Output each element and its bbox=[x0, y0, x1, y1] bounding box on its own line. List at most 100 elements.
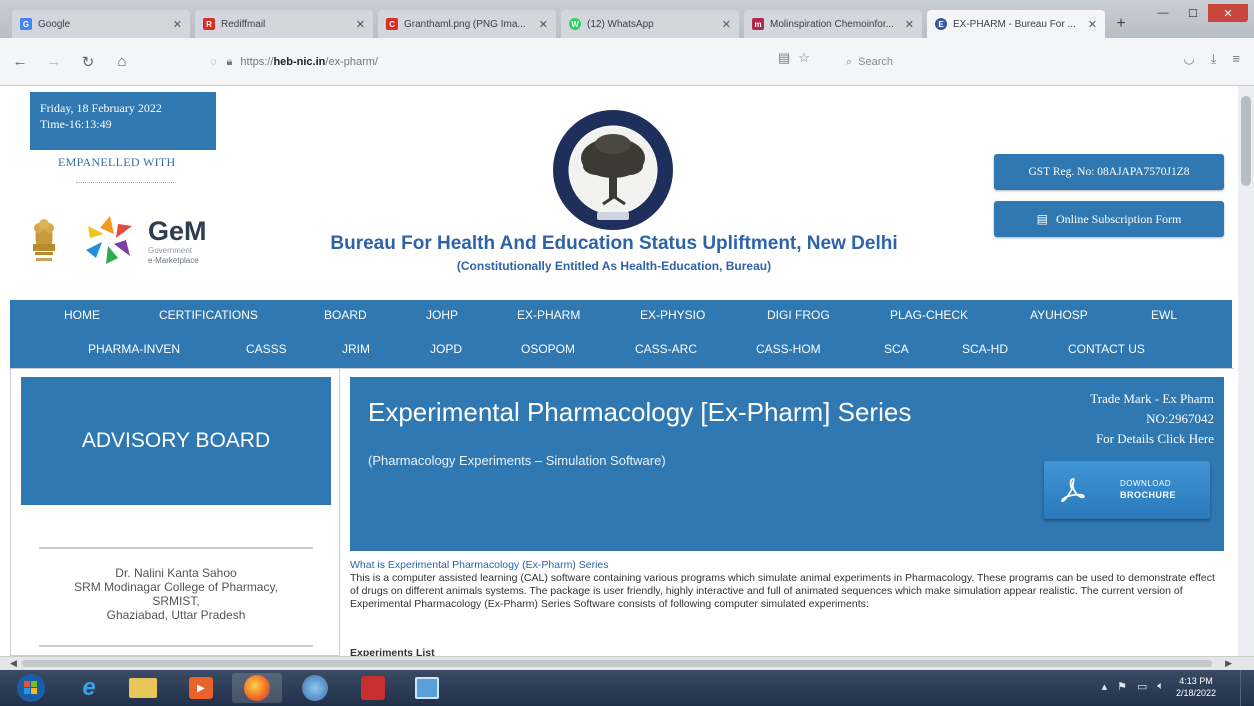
menu-row: HOME CERTIFICATIONS BOARD JOHP EX-PHARM … bbox=[10, 300, 1232, 334]
media-player-icon: ▶ bbox=[189, 677, 213, 699]
download-icon[interactable]: ⤓ bbox=[1211, 51, 1217, 67]
tab-whatsapp[interactable]: W (12) WhatsApp ✕ bbox=[561, 10, 739, 38]
experiments-list-heading: Experiments List bbox=[350, 647, 435, 656]
page-actions: ▤ ☆ bbox=[778, 50, 810, 66]
menu-item-jrim[interactable]: JRIM bbox=[342, 342, 370, 356]
vertical-scrollbar[interactable] bbox=[1238, 86, 1254, 656]
forward-arrow-icon[interactable]: → bbox=[40, 48, 68, 76]
scroll-thumb[interactable] bbox=[22, 660, 1212, 667]
close-window-button[interactable]: ✕ bbox=[1208, 4, 1248, 22]
divider bbox=[39, 547, 313, 549]
menu-item-plag-check[interactable]: PLAG-CHECK bbox=[890, 308, 968, 322]
taskbar-settings-app[interactable] bbox=[290, 673, 340, 703]
taskbar-file-explorer[interactable] bbox=[118, 673, 168, 703]
menu-row: PHARMA-INVEN CASSS JRIM JOPD OSOPOM CASS… bbox=[10, 334, 1232, 368]
home-icon[interactable]: ⌂ bbox=[108, 48, 136, 76]
menu-item-cass-hom[interactable]: CASS-HOM bbox=[756, 342, 821, 356]
search-box[interactable]: ⌕ Search bbox=[832, 48, 1122, 76]
menu-item-ex-physio[interactable]: EX-PHYSIO bbox=[640, 308, 705, 322]
close-tab-icon[interactable]: ✕ bbox=[173, 18, 182, 31]
globe-icon: E bbox=[935, 18, 947, 30]
search-placeholder: Search bbox=[858, 56, 894, 68]
menu-item-jopd[interactable]: JOPD bbox=[430, 342, 462, 356]
trademark-label: Trade Mark - Ex Pharm bbox=[1090, 391, 1214, 406]
url-domain: heb-nic.in bbox=[273, 56, 326, 68]
taskbar-clock[interactable]: 4:13 PM 2/18/2022 bbox=[1176, 675, 1216, 699]
minimize-button[interactable]: — bbox=[1148, 4, 1178, 22]
menu-item-digi-frog[interactable]: DIGI FROG bbox=[767, 308, 830, 322]
tab-ex-pharm[interactable]: E EX-PHARM - Bureau For ... ✕ bbox=[927, 10, 1105, 38]
network-icon[interactable]: ▭ bbox=[1137, 680, 1147, 693]
taskbar-internet-explorer[interactable]: e bbox=[64, 673, 114, 703]
scroll-thumb[interactable] bbox=[1241, 96, 1251, 186]
menu-item-cass-arc[interactable]: CASS-ARC bbox=[635, 342, 697, 356]
member-institution: SRMIST, bbox=[152, 594, 200, 609]
description-paragraph: This is a computer assisted learning (CA… bbox=[350, 572, 1215, 610]
action-center-flag-icon[interactable]: ⚑ bbox=[1117, 680, 1127, 693]
url-bar[interactable]: ◌ 🔒︎ https://heb-nic.in/ex-pharm/ bbox=[210, 48, 770, 76]
subscription-label: Online Subscription Form bbox=[1056, 211, 1182, 226]
system-tray: ▴ ⚑ ▭ 🔈︎ bbox=[1102, 680, 1164, 693]
menu-item-pharma-inven[interactable]: PHARMA-INVEN bbox=[88, 342, 180, 356]
reload-icon[interactable]: ↻ bbox=[74, 48, 102, 76]
molinspiration-icon: m bbox=[752, 18, 764, 30]
download-label: DOWNLOAD bbox=[1120, 479, 1172, 488]
close-tab-icon[interactable]: ✕ bbox=[539, 18, 548, 31]
menu-item-osopom[interactable]: OSOPOM bbox=[521, 342, 575, 356]
internet-explorer-icon: e bbox=[82, 674, 96, 701]
start-button[interactable] bbox=[8, 673, 54, 703]
taskbar-media-player[interactable]: ▶ bbox=[176, 673, 226, 703]
close-tab-icon[interactable]: ✕ bbox=[905, 18, 914, 31]
menu-item-board[interactable]: BOARD bbox=[324, 308, 367, 322]
close-tab-icon[interactable]: ✕ bbox=[722, 18, 731, 31]
volume-icon[interactable]: 🔈︎ bbox=[1157, 680, 1164, 693]
menu-item-sca-hd[interactable]: SCA-HD bbox=[962, 342, 1008, 356]
scroll-right-icon[interactable]: ▶ bbox=[1225, 658, 1232, 669]
taskbar-window-app[interactable] bbox=[402, 673, 452, 703]
tab-grantham[interactable]: C Granthaml.png (PNG Ima... ✕ bbox=[378, 10, 556, 38]
screen: G Google ✕ R Rediffmail ✕ C Granthaml.pn… bbox=[0, 0, 1254, 706]
taskbar-acrobat[interactable] bbox=[348, 673, 398, 703]
details-link[interactable]: For Details Click Here bbox=[1096, 431, 1214, 447]
menu-item-ex-pharm[interactable]: EX-PHARM bbox=[517, 308, 580, 322]
tab-molinspiration[interactable]: m Molinspiration Chemoinfor... ✕ bbox=[744, 10, 922, 38]
pocket-icon[interactable]: ◡ bbox=[1183, 51, 1194, 67]
maximize-button[interactable]: ☐ bbox=[1178, 4, 1208, 22]
menu-icon[interactable]: ≡ bbox=[1232, 51, 1240, 67]
menu-item-home[interactable]: HOME bbox=[64, 308, 100, 322]
show-desktop-button[interactable] bbox=[1240, 670, 1254, 706]
product-banner: Experimental Pharmacology [Ex-Pharm] Ser… bbox=[350, 377, 1224, 551]
menu-item-contact-us[interactable]: CONTACT US bbox=[1068, 342, 1145, 356]
online-subscription-button[interactable]: ▤ Online Subscription Form bbox=[994, 201, 1224, 237]
tab-rediffmail[interactable]: R Rediffmail ✕ bbox=[195, 10, 373, 38]
current-date: Friday, 18 February 2022 bbox=[40, 101, 162, 115]
divider bbox=[39, 645, 313, 647]
menu-item-johp[interactable]: JOHP bbox=[426, 308, 458, 322]
windows-taskbar: e ▶ ▴ ⚑ ▭ 🔈︎ 4:13 PM 2/18/2022 bbox=[0, 670, 1254, 706]
clock-time: 4:13 PM bbox=[1179, 676, 1213, 686]
section-question: What is Experimental Pharmacology (Ex-Ph… bbox=[350, 559, 609, 571]
back-arrow-icon[interactable]: ← bbox=[6, 48, 34, 76]
menu-item-certifications[interactable]: CERTIFICATIONS bbox=[159, 308, 258, 322]
tab-google[interactable]: G Google ✕ bbox=[12, 10, 190, 38]
tab-title: (12) WhatsApp bbox=[587, 18, 654, 30]
taskbar-firefox[interactable] bbox=[232, 673, 282, 703]
menu-item-ayuhosp[interactable]: AYUHOSP bbox=[1030, 308, 1088, 322]
app-icon bbox=[302, 675, 328, 701]
close-tab-icon[interactable]: ✕ bbox=[356, 18, 365, 31]
close-tab-icon[interactable]: ✕ bbox=[1088, 18, 1097, 31]
windows-start-icon bbox=[17, 674, 45, 702]
download-brochure-button[interactable]: DOWNLOAD BROCHURE bbox=[1044, 461, 1210, 519]
form-icon: ▤ bbox=[1036, 211, 1048, 226]
show-hidden-icons-icon[interactable]: ▴ bbox=[1102, 680, 1108, 693]
menu-item-ewl[interactable]: EWL bbox=[1151, 308, 1177, 322]
tab-title: EX-PHARM - Bureau For ... bbox=[953, 18, 1076, 30]
new-tab-button[interactable]: + bbox=[1110, 10, 1132, 38]
reader-view-icon[interactable]: ▤ bbox=[778, 50, 790, 66]
horizontal-scrollbar[interactable]: ◀ ▶ bbox=[0, 656, 1254, 670]
menu-item-casss[interactable]: CASSS bbox=[246, 342, 287, 356]
scroll-left-icon[interactable]: ◀ bbox=[10, 658, 17, 669]
menu-item-sca[interactable]: SCA bbox=[884, 342, 909, 356]
navigation-bar: ← → ↻ ⌂ ◌ 🔒︎ https://heb-nic.in/ex-pharm… bbox=[0, 38, 1254, 86]
bookmark-star-icon[interactable]: ☆ bbox=[798, 50, 810, 66]
